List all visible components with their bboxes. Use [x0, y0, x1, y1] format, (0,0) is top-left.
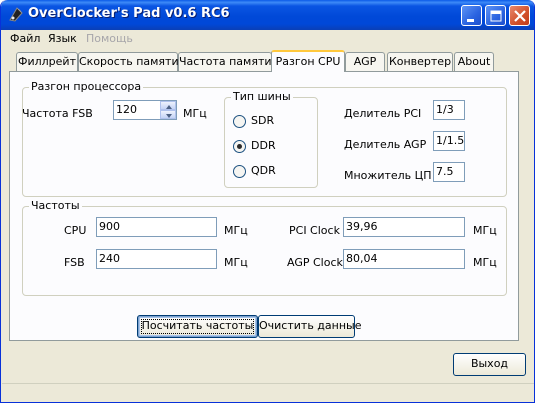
pci-clock-label: PCI Clock [289, 224, 340, 237]
agp-clock-value: 80,04 [346, 252, 378, 265]
fsb-freq-output[interactable]: 240 [96, 249, 217, 269]
radio-qdr[interactable] [233, 165, 246, 178]
pci-divider-label: Делитель PCI [344, 107, 422, 120]
cpu-freq-output[interactable]: 900 [96, 217, 217, 237]
pci-clock-output[interactable]: 39,96 [343, 217, 465, 237]
radio-ddr-label: DDR [251, 139, 276, 152]
fsb-spinner[interactable] [160, 101, 177, 119]
pci-divider-value: 1/3 [436, 103, 454, 116]
clear-button-label: Очистить данные [259, 319, 362, 332]
cpu-freq-label: CPU [64, 224, 87, 237]
fsb-label: Частота FSB [22, 107, 93, 120]
agp-clock-unit: МГц [473, 256, 497, 269]
calculate-button[interactable]: Посчитать частоты [137, 315, 258, 338]
fsb-freq-value: 240 [99, 252, 120, 265]
close-window-button[interactable] [509, 5, 530, 26]
menu-file[interactable]: Файл [10, 32, 40, 45]
window-title: OverClocker's Pad v0.6 RC6 [28, 6, 230, 21]
bus-type-group: Тип шины SDR DDR QDR [224, 90, 318, 188]
agp-clock-output[interactable]: 80,04 [343, 249, 465, 269]
pci-clock-value: 39,96 [346, 220, 378, 233]
pci-clock-unit: МГц [473, 224, 497, 237]
radio-sdr-label: SDR [251, 114, 275, 127]
agp-divider-label: Делитель AGP [344, 138, 427, 151]
tab-cpu-overclock[interactable]: Разгон CPU [271, 50, 345, 72]
minimize-icon [467, 19, 474, 22]
arrow-down-icon [166, 114, 172, 118]
cpu-multiplier-input[interactable]: 7.5 [433, 162, 465, 182]
tab-about[interactable]: About [454, 52, 494, 71]
title-bar[interactable]: OverClocker's Pad v0.6 RC6 [1, 0, 534, 30]
spin-down-button[interactable] [160, 110, 176, 119]
clear-button[interactable]: Очистить данные [258, 315, 361, 338]
fsb-freq-label: FSB [64, 256, 85, 269]
cpu-freq-value: 900 [99, 220, 120, 233]
tab-panel: Разгон процессора Частота FSB 120 МГц Ти… [9, 71, 519, 341]
menu-bar: Файл Язык Помощь [2, 30, 534, 48]
fsb-unit: МГц [183, 107, 207, 120]
exit-button-label: Выход [470, 357, 509, 370]
overclock-group: Разгон процессора Частота FSB 120 МГц Ти… [22, 80, 507, 197]
tab-strip: Филлрейт Скорость памяти Частота памяти … [1, 50, 534, 72]
tab-converter[interactable]: Конвертер [387, 52, 453, 71]
minimize-button[interactable] [461, 5, 482, 26]
spin-up-button[interactable] [160, 101, 176, 110]
fsb-freq-unit: МГц [224, 256, 248, 269]
focus-ring [141, 319, 254, 334]
app-window: OverClocker's Pad v0.6 RC6 Файл Язык Пом… [0, 0, 535, 403]
cpu-multiplier-label: Множитель ЦП [344, 169, 432, 182]
radio-qdr-label: QDR [251, 164, 276, 177]
close-icon [514, 10, 526, 22]
exit-button[interactable]: Выход [453, 353, 526, 376]
cpu-freq-unit: МГц [224, 224, 248, 237]
tab-memory-frequency[interactable]: Частота памяти [178, 52, 272, 71]
app-icon [9, 7, 23, 22]
pci-divider-input[interactable]: 1/3 [433, 100, 465, 120]
tab-memory-speed[interactable]: Скорость памяти [78, 52, 179, 71]
status-bar [2, 383, 534, 402]
agp-divider-input[interactable]: 1/1.5 [433, 131, 465, 151]
frequencies-group-title: Частоты [29, 199, 82, 212]
bus-type-title: Тип шины [231, 90, 293, 103]
menu-language[interactable]: Язык [48, 32, 77, 45]
radio-sdr[interactable] [233, 115, 246, 128]
maximize-icon [490, 10, 502, 22]
radio-ddr[interactable] [233, 140, 246, 153]
agp-clock-label: AGP Clock [287, 256, 343, 269]
menu-help[interactable]: Помощь [86, 32, 133, 45]
fsb-input-value: 120 [116, 103, 137, 116]
maximize-button[interactable] [485, 5, 506, 26]
cpu-multiplier-value: 7.5 [436, 165, 454, 178]
tab-fillrate[interactable]: Филлрейт [16, 52, 78, 71]
overclock-group-title: Разгон процессора [29, 80, 144, 93]
agp-divider-value: 1/1.5 [436, 134, 465, 147]
frequencies-group: Частоты CPU 900 МГц FSB 240 МГц PCI Cloc… [22, 199, 507, 296]
tab-agp[interactable]: AGP [345, 52, 385, 71]
